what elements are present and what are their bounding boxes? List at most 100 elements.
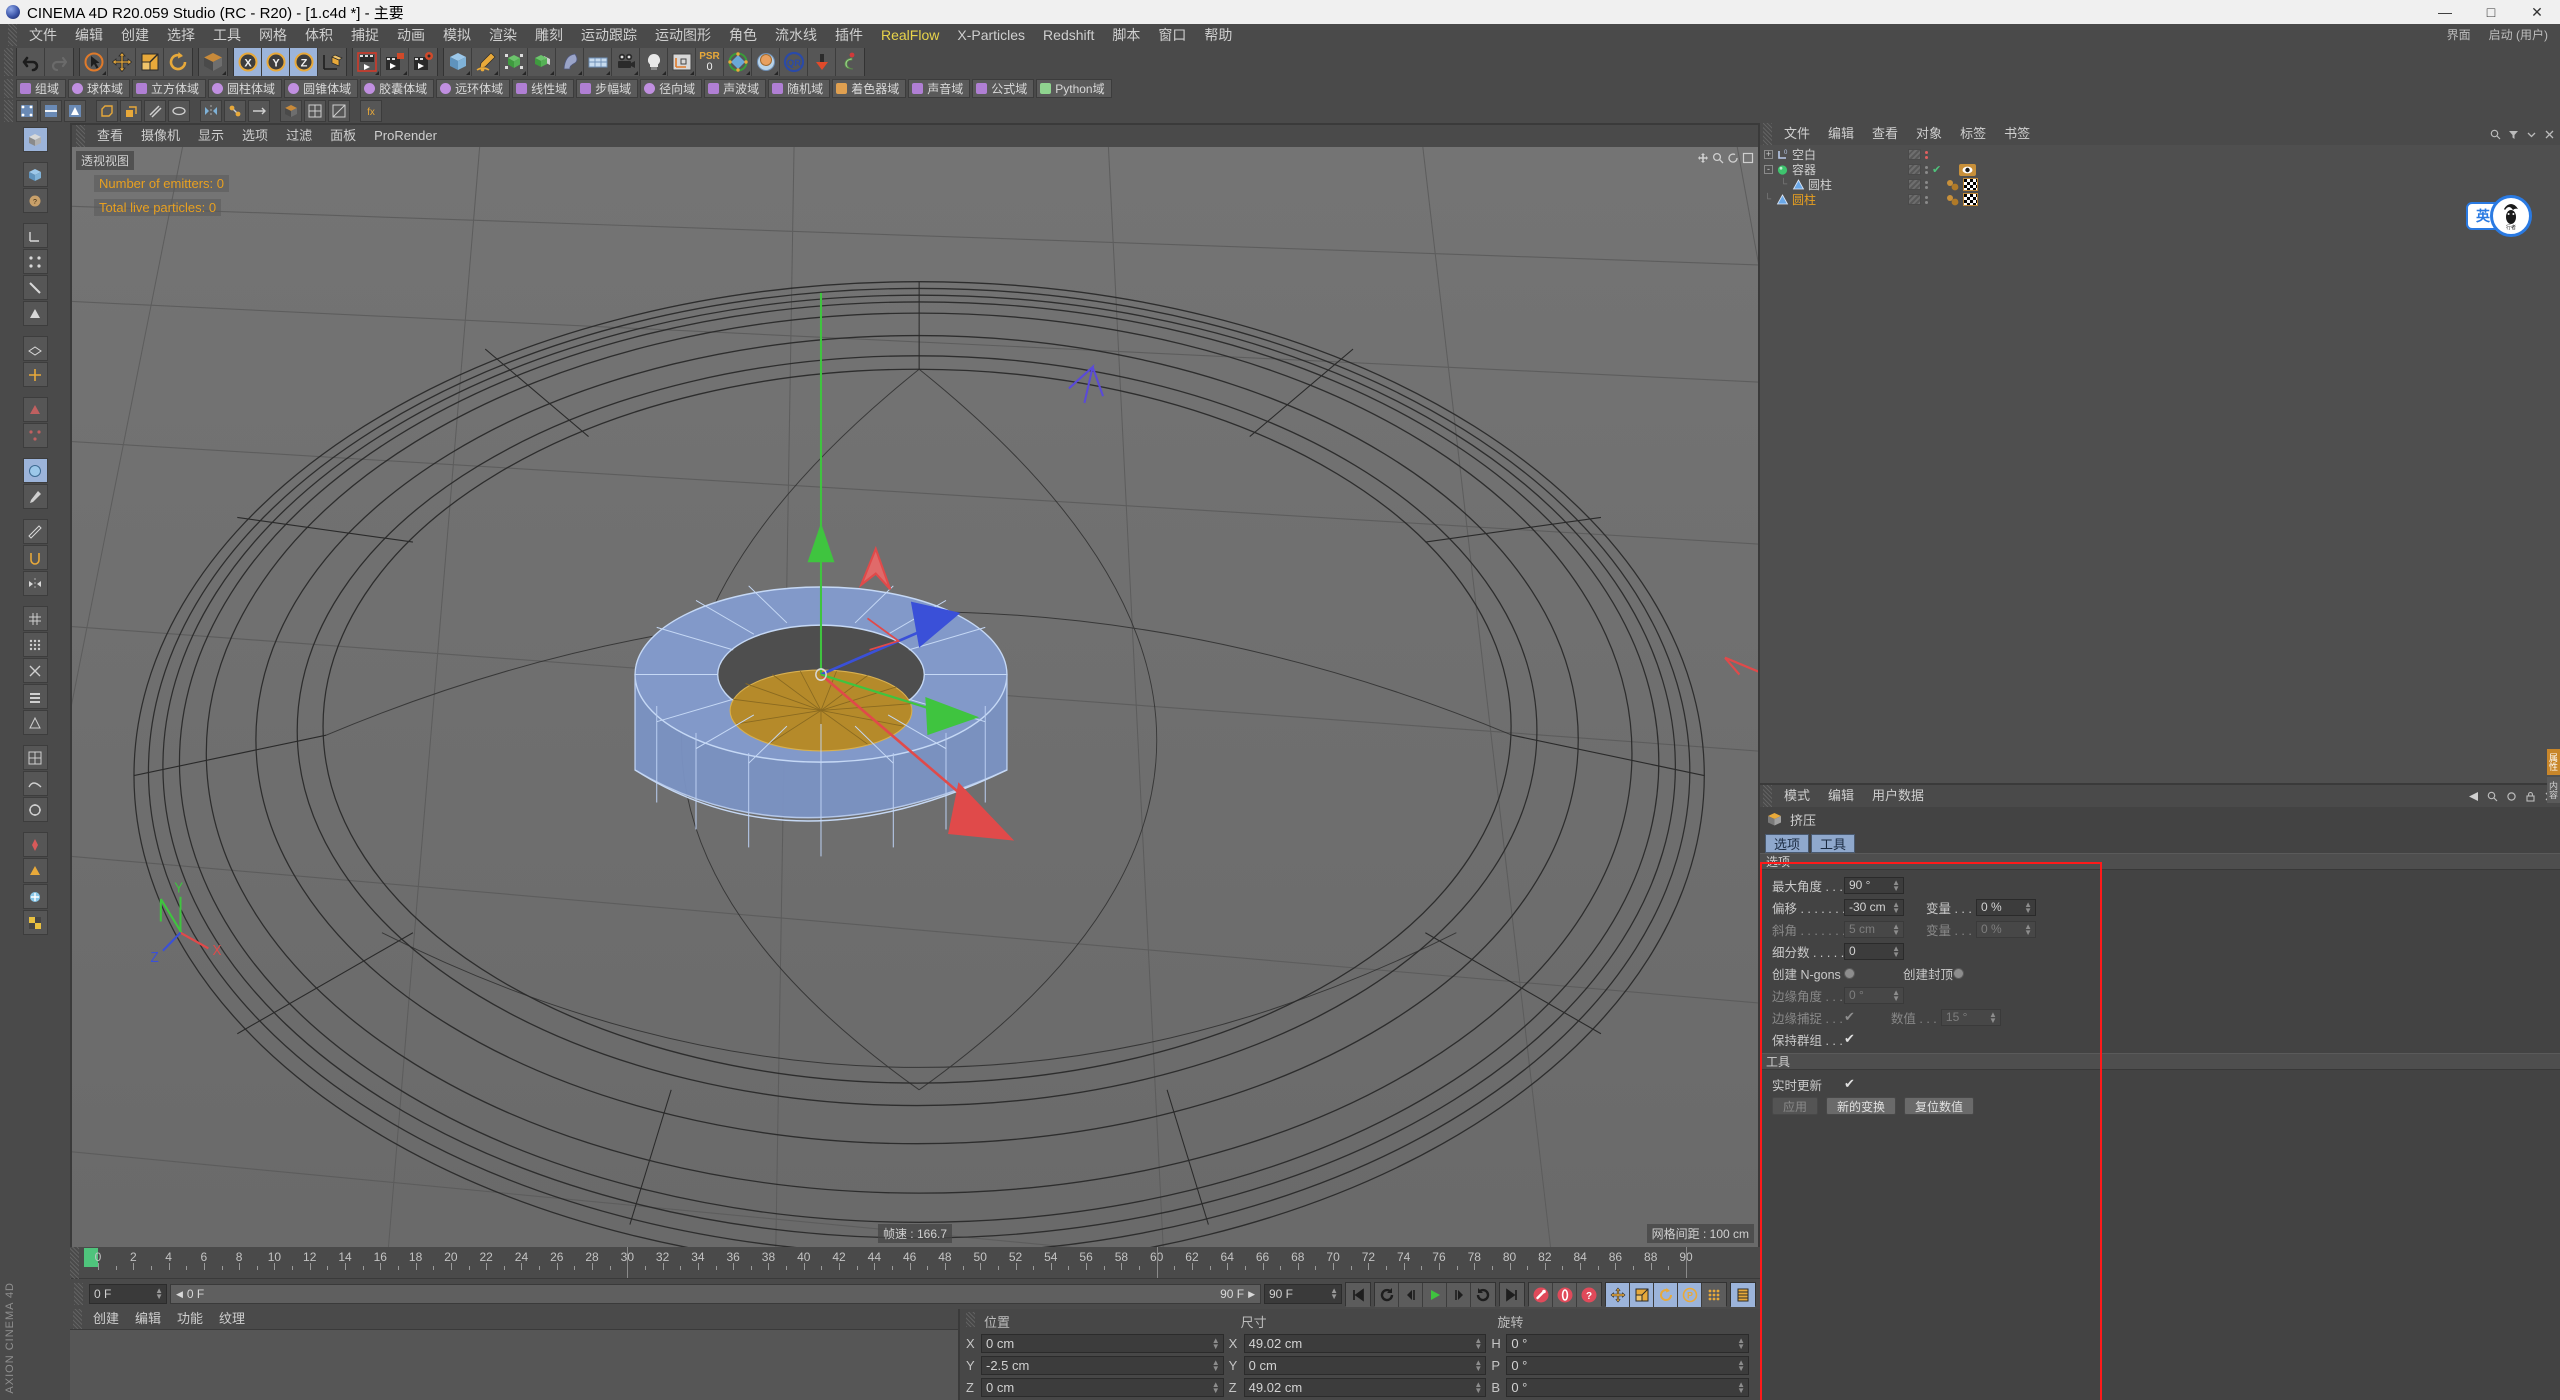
next-frame-icon[interactable] bbox=[1447, 1283, 1471, 1307]
side-tab-attributes[interactable]: 属性 bbox=[2547, 749, 2560, 775]
coordinates-grip[interactable] bbox=[966, 1312, 975, 1327]
spinner-icon-2[interactable]: ▲ ▼ bbox=[1330, 1287, 1338, 1301]
menu-item-7[interactable]: 捕捉 bbox=[342, 24, 388, 46]
attribute-pin-icon[interactable] bbox=[2505, 790, 2518, 803]
attribute-manager-menubar[interactable]: 模式 编辑 用户数据 bbox=[1760, 785, 2560, 807]
menu-item-2[interactable]: 创建 bbox=[112, 24, 158, 46]
fx-tool-icon[interactable]: fx bbox=[360, 100, 382, 122]
spinner-icon[interactable]: ▲ ▼ bbox=[1892, 900, 1900, 914]
deformer-box-icon[interactable] bbox=[280, 100, 302, 122]
tab-tool[interactable]: 工具 bbox=[1811, 834, 1856, 853]
rotation-b-input[interactable]: 0 ° ▲ ▼ bbox=[1506, 1378, 1750, 1397]
object-tags[interactable] bbox=[1946, 193, 1978, 206]
record-icon[interactable] bbox=[1529, 1283, 1553, 1307]
main-menubar[interactable]: 文件 编辑 创建 选择 工具 网格 体积 捕捉 动画 模拟 渲染 雕刻 运动跟踪… bbox=[0, 24, 2560, 46]
object-visibility-hatch[interactable] bbox=[1908, 179, 1921, 190]
scale-icon[interactable] bbox=[136, 48, 164, 76]
field-row-offset[interactable]: 偏移 . . . . . . . -30 cm ▲ ▼ 变量 . . . . 0 %… bbox=[1760, 896, 2560, 918]
triangulate-icon[interactable] bbox=[328, 100, 350, 122]
spinner-icon[interactable]: ▲ ▼ bbox=[1212, 1337, 1220, 1351]
object-axis-mode-icon[interactable] bbox=[22, 223, 48, 248]
checkbox-keep-group[interactable]: ✔ bbox=[1844, 1031, 1855, 1047]
field-button-13[interactable]: 声音域 bbox=[908, 79, 971, 98]
slide-tool-icon[interactable] bbox=[248, 100, 270, 122]
size-x-cell[interactable]: X 49.02 cm ▲ ▼ bbox=[1229, 1334, 1492, 1353]
field-row-ngons[interactable]: 创建 N-gons 创建封顶 bbox=[1760, 962, 2560, 984]
subdiv-tool-icon[interactable] bbox=[22, 745, 48, 770]
timeline-start-field[interactable]: 0 F ▲ ▼ bbox=[89, 1284, 167, 1304]
viewport-menu-view[interactable]: 查看 bbox=[88, 125, 132, 147]
knife-tool-icon[interactable] bbox=[144, 100, 166, 122]
axis-z-lock[interactable]: Z bbox=[290, 48, 318, 76]
object-menu-view[interactable]: 查看 bbox=[1863, 123, 1907, 145]
viewport-menu-options[interactable]: 选项 bbox=[233, 125, 277, 147]
volume-field-toolbar[interactable]: 组域 球体域 立方体域 圆柱体域 圆锥体域 胶囊体域 远环体域 线性域 步幅域 … bbox=[0, 78, 2560, 99]
record-toggles-group[interactable]: P bbox=[1605, 1282, 1727, 1307]
viewport-menu-display[interactable]: 显示 bbox=[189, 125, 233, 147]
object-manager-grip[interactable] bbox=[1763, 123, 1772, 145]
field-button-8[interactable]: 步幅域 bbox=[576, 79, 639, 98]
loop-icon[interactable] bbox=[1471, 1283, 1495, 1307]
attribute-tabs[interactable]: 选项 工具 bbox=[1760, 831, 2560, 853]
object-manager-tools[interactable] bbox=[2489, 128, 2556, 141]
viewport-zoom-icon[interactable] bbox=[1711, 151, 1724, 164]
field-button-9[interactable]: 径向域 bbox=[640, 79, 703, 98]
menu-item-15[interactable]: 流水线 bbox=[766, 24, 826, 46]
attribute-menu-edit[interactable]: 编辑 bbox=[1819, 785, 1863, 807]
slider-right-arrow-icon[interactable]: ▶ bbox=[1248, 1289, 1255, 1300]
menu-item-6[interactable]: 体积 bbox=[296, 24, 342, 46]
scene-axis-icon[interactable] bbox=[668, 48, 696, 76]
toolbar-grip[interactable] bbox=[4, 48, 13, 76]
array-icon[interactable] bbox=[528, 48, 556, 76]
grid-tool-icon[interactable] bbox=[22, 606, 48, 631]
menu-item-11[interactable]: 雕刻 bbox=[526, 24, 572, 46]
point-mode-icon[interactable] bbox=[16, 100, 38, 122]
object-visibility-hatch[interactable] bbox=[1908, 194, 1921, 205]
field-button-0[interactable]: 组域 bbox=[16, 79, 67, 98]
snap-icon[interactable] bbox=[22, 545, 48, 570]
attribute-search-icon[interactable] bbox=[2486, 790, 2499, 803]
object-search-icon[interactable] bbox=[2489, 128, 2502, 141]
viewport-pan-icon[interactable] bbox=[1696, 151, 1709, 164]
go-to-end-icon[interactable] bbox=[1500, 1283, 1524, 1307]
record-parameter-icon[interactable]: P bbox=[1678, 1283, 1702, 1307]
menu-item-13[interactable]: 运动图形 bbox=[646, 24, 720, 46]
menu-item-20[interactable]: 脚本 bbox=[1103, 24, 1149, 46]
object-manager-menubar[interactable]: 文件 编辑 查看 对象 标签 书签 bbox=[1760, 123, 2560, 145]
attribute-body[interactable]: 最大角度 . . . 90 ° ▲ ▼ 偏移 . . . . . . . -30 c… bbox=[1760, 862, 2560, 1400]
material-manager[interactable]: 创建 编辑 功能 纹理 bbox=[70, 1309, 958, 1400]
field-button-15[interactable]: Python域 bbox=[1036, 79, 1112, 98]
menu-item-12[interactable]: 运动跟踪 bbox=[572, 24, 646, 46]
psr-icon[interactable]: PSR 0 bbox=[696, 48, 724, 76]
position-y-input[interactable]: -2.5 cm ▲ ▼ bbox=[981, 1356, 1224, 1375]
timeline-range-slider[interactable]: ◀ 0 F 90 F ▶ bbox=[170, 1284, 1261, 1304]
object-menu-file[interactable]: 文件 bbox=[1775, 123, 1819, 145]
loop-cut-icon[interactable] bbox=[168, 100, 190, 122]
axis-x-lock[interactable]: X bbox=[234, 48, 262, 76]
field-row-edge-angle[interactable]: 边缘角度 . . . 0 ° ▲ ▼ bbox=[1760, 984, 2560, 1006]
viewport-rotate-icon[interactable] bbox=[1726, 151, 1739, 164]
extrude-tool-icon[interactable] bbox=[120, 100, 142, 122]
object-visibility-hatch[interactable] bbox=[1908, 164, 1921, 175]
play-icon[interactable] bbox=[1423, 1283, 1447, 1307]
menu-item-xparticles[interactable]: X-Particles bbox=[948, 24, 1034, 46]
material-menu-grip[interactable] bbox=[73, 1309, 82, 1329]
menu-item-10[interactable]: 渲染 bbox=[480, 24, 526, 46]
menu-item-realflow[interactable]: RealFlow bbox=[872, 24, 948, 46]
record-points-icon[interactable] bbox=[1702, 1283, 1726, 1307]
size-x-input[interactable]: 49.02 cm ▲ ▼ bbox=[1243, 1334, 1487, 1353]
attribute-manager[interactable]: 模式 编辑 用户数据 挤压 选项 工具 选项 最大角度 . . . 90 ° ▲… bbox=[1760, 783, 2560, 1400]
timeline-ruler[interactable]: 0246810121416182022242628303234363840424… bbox=[70, 1247, 1760, 1279]
position-y-cell[interactable]: Y -2.5 cm ▲ ▼ bbox=[966, 1356, 1229, 1375]
sculpt-mode-icon[interactable] bbox=[22, 458, 48, 483]
bars-tool-icon[interactable] bbox=[22, 684, 48, 709]
object-tags[interactable] bbox=[1946, 178, 1978, 191]
field-row-max-angle[interactable]: 最大角度 . . . 90 ° ▲ ▼ bbox=[1760, 874, 2560, 896]
make-editable-icon[interactable] bbox=[22, 127, 48, 152]
rotation-p-input[interactable]: 0 ° ▲ ▼ bbox=[1506, 1356, 1750, 1375]
close-button[interactable]: ✕ bbox=[2514, 0, 2560, 24]
mask-tool-icon[interactable] bbox=[22, 858, 48, 883]
spinner-icon[interactable]: ▲ ▼ bbox=[2024, 900, 2032, 914]
field-button-1[interactable]: 球体域 bbox=[68, 79, 131, 98]
visibility-eye-icon[interactable] bbox=[1959, 163, 1977, 176]
